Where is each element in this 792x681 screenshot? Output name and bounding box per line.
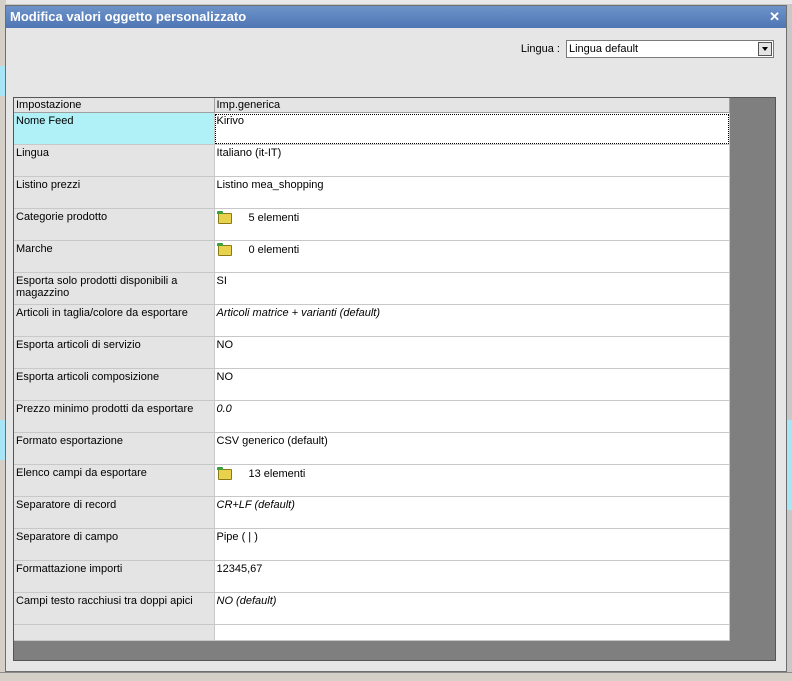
setting-value-cell[interactable]: SI (214, 272, 730, 305)
folder-icon[interactable] (216, 467, 232, 480)
table-row[interactable]: Esporta solo prodotti disponibili a maga… (14, 272, 730, 305)
setting-name-cell[interactable]: Campi testo racchiusi tra doppi apici (14, 592, 215, 625)
dialog-titlebar[interactable]: Modifica valori oggetto personalizzato ✕ (6, 6, 786, 28)
table-row[interactable]: Lingua Italiano (it-IT) (14, 144, 730, 177)
column-header-value[interactable]: Imp.generica (214, 98, 730, 113)
folder-icon[interactable] (216, 211, 232, 224)
setting-value-cell[interactable]: NO (214, 368, 730, 401)
table-header-row: Impostazione Imp.generica (14, 98, 730, 113)
table-row[interactable]: Formattazione importi 12345,67 (14, 560, 730, 593)
table-row[interactable]: Categorie prodotto 5 elementi (14, 208, 730, 241)
table-row[interactable]: Listino prezzi Listino mea_shopping (14, 176, 730, 209)
chevron-down-icon[interactable] (758, 42, 772, 56)
setting-name-cell[interactable]: Categorie prodotto (14, 208, 215, 241)
setting-value-text: SI (216, 275, 227, 287)
setting-name-cell[interactable]: Formato esportazione (14, 432, 215, 465)
setting-name-cell[interactable]: Articoli in taglia/colore da esportare (14, 304, 215, 337)
setting-name-cell[interactable]: Listino prezzi (14, 176, 215, 209)
setting-value-cell[interactable]: 5 elementi (214, 208, 730, 241)
table-row[interactable]: Formato esportazione CSV generico (defaul… (14, 432, 730, 465)
setting-value-text: Kirivo (216, 115, 245, 127)
setting-value-text: Italiano (it-IT) (216, 147, 282, 159)
setting-value-text: Listino mea_shopping (216, 179, 324, 191)
setting-name-cell[interactable]: Nome Feed (14, 112, 215, 145)
setting-value-text: NO (216, 339, 234, 351)
setting-value-cell[interactable]: Listino mea_shopping (214, 176, 730, 209)
setting-value-cell[interactable]: 12345,67 (214, 560, 730, 593)
background-app-bar (0, 0, 792, 4)
setting-name-cell[interactable]: Esporta articoli composizione (14, 368, 215, 401)
language-row: Lingua : Lingua default (521, 40, 774, 58)
table-row[interactable]: Campi testo racchiusi tra doppi apici NO … (14, 592, 730, 625)
table-row[interactable]: Nome Feed Kirivo (14, 112, 730, 145)
setting-name-cell[interactable]: Lingua (14, 144, 215, 177)
setting-value-cell[interactable]: CSV generico (default) (214, 432, 730, 465)
setting-value-cell[interactable]: 0.0 (214, 400, 730, 433)
setting-value-cell[interactable]: 0 elementi (214, 240, 730, 273)
setting-value-text: 12345,67 (216, 563, 263, 575)
setting-name-cell[interactable]: Marche (14, 240, 215, 273)
setting-name-cell[interactable]: Esporta articoli di servizio (14, 336, 215, 369)
edit-custom-object-dialog: Modifica valori oggetto personalizzato ✕… (5, 5, 787, 672)
table-row[interactable]: Separatore di campo Pipe ( | ) (14, 528, 730, 561)
language-label: Lingua : (520, 43, 560, 55)
setting-value-text: NO (default) (216, 595, 277, 607)
setting-name-cell[interactable]: Separatore di campo (14, 528, 215, 561)
setting-value-cell[interactable]: Kirivo (214, 112, 730, 145)
empty-cell (214, 624, 730, 641)
table-row[interactable]: Separatore di record CR+LF (default) (14, 496, 730, 529)
setting-value-text: 0.0 (216, 403, 232, 415)
setting-value-cell[interactable]: 13 elementi (214, 464, 730, 497)
setting-value-text: Pipe ( | ) (216, 531, 258, 543)
setting-value-text: CR+LF (default) (216, 499, 295, 511)
table-row[interactable]: Esporta articoli composizione NO (14, 368, 730, 401)
table-row[interactable]: Articoli in taglia/colore da esportare Ar… (14, 304, 730, 337)
setting-value-text: 0 elementi (248, 244, 300, 256)
setting-name-cell[interactable]: Formattazione importi (14, 560, 215, 593)
close-icon[interactable]: ✕ (769, 6, 780, 28)
language-selected-value: Lingua default (569, 43, 639, 55)
setting-name-cell[interactable]: Elenco campi da esportare (14, 464, 215, 497)
language-select[interactable]: Lingua default (566, 40, 774, 58)
setting-value-text: 13 elementi (248, 468, 306, 480)
column-header-setting[interactable]: Impostazione (14, 98, 215, 113)
setting-value-text: CSV generico (default) (216, 435, 328, 447)
setting-value-text: NO (216, 371, 234, 383)
setting-value-cell[interactable]: CR+LF (default) (214, 496, 730, 529)
setting-value-text: Articoli matrice + varianti (default) (216, 307, 381, 319)
setting-name-cell[interactable]: Esporta solo prodotti disponibili a maga… (14, 272, 215, 305)
table-row[interactable]: Marche 0 elementi (14, 240, 730, 273)
table-row[interactable]: Prezzo minimo prodotti da esportare 0.0 (14, 400, 730, 433)
table-row[interactable]: Esporta articoli di servizio NO (14, 336, 730, 369)
setting-name-cell[interactable]: Prezzo minimo prodotti da esportare (14, 400, 215, 433)
setting-value-cell[interactable]: Pipe ( | ) (214, 528, 730, 561)
setting-value-cell[interactable]: Italiano (it-IT) (214, 144, 730, 177)
setting-name-cell[interactable]: Separatore di record (14, 496, 215, 529)
settings-grid: Impostazione Imp.generica Nome Feed Kiriv… (13, 97, 776, 661)
empty-cell (14, 624, 215, 641)
table-row[interactable]: Elenco campi da esportare 13 elementi (14, 464, 730, 497)
settings-table: Impostazione Imp.generica Nome Feed Kiriv… (14, 98, 730, 641)
setting-value-cell[interactable]: NO (default) (214, 592, 730, 625)
setting-value-cell[interactable]: NO (214, 336, 730, 369)
empty-row (14, 624, 730, 641)
setting-value-cell[interactable]: Articoli matrice + varianti (default) (214, 304, 730, 337)
dialog-title: Modifica valori oggetto personalizzato (10, 9, 247, 24)
setting-value-text: 5 elementi (248, 212, 300, 224)
folder-icon[interactable] (216, 243, 232, 256)
